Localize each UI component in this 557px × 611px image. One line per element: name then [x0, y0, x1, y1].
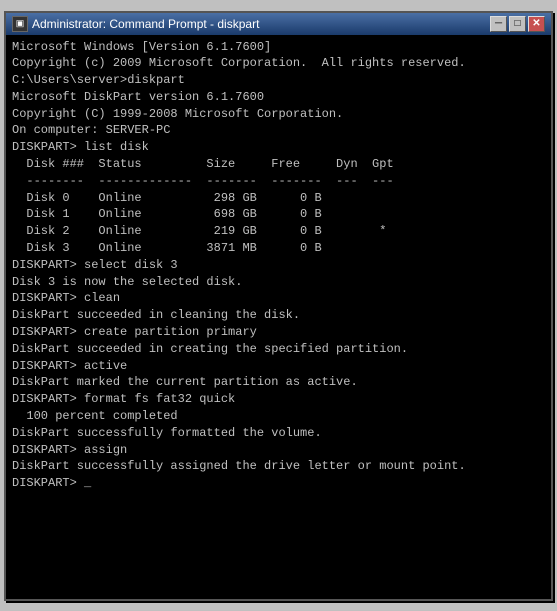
console-line: Disk ### Status Size Free Dyn Gpt	[12, 156, 545, 173]
console-line: DiskPart marked the current partition as…	[12, 374, 545, 391]
console-output: Microsoft Windows [Version 6.1.7600]Copy…	[6, 35, 551, 599]
console-line: DiskPart successfully formatted the volu…	[12, 425, 545, 442]
console-line: Disk 3 is now the selected disk.	[12, 274, 545, 291]
console-line: DISKPART> assign	[12, 442, 545, 459]
console-line: Disk 1 Online 698 GB 0 B	[12, 206, 545, 223]
window-icon: ▣	[12, 16, 28, 32]
title-bar-left: ▣ Administrator: Command Prompt - diskpa…	[12, 16, 259, 32]
title-bar: ▣ Administrator: Command Prompt - diskpa…	[6, 13, 551, 35]
console-line: Microsoft DiskPart version 6.1.7600	[12, 89, 545, 106]
window-title: Administrator: Command Prompt - diskpart	[32, 17, 259, 31]
console-line: DISKPART> list disk	[12, 139, 545, 156]
console-line: DISKPART> create partition primary	[12, 324, 545, 341]
console-line: Disk 0 Online 298 GB 0 B	[12, 190, 545, 207]
console-line: Copyright (C) 1999-2008 Microsoft Corpor…	[12, 106, 545, 123]
close-button[interactable]: ✕	[528, 16, 545, 32]
console-line: DISKPART> format fs fat32 quick	[12, 391, 545, 408]
minimize-button[interactable]: ─	[490, 16, 507, 32]
console-line: Microsoft Windows [Version 6.1.7600]	[12, 39, 545, 56]
cmd-window: ▣ Administrator: Command Prompt - diskpa…	[4, 11, 553, 601]
console-line: DISKPART> select disk 3	[12, 257, 545, 274]
console-line: Disk 2 Online 219 GB 0 B *	[12, 223, 545, 240]
console-line: DiskPart successfully assigned the drive…	[12, 458, 545, 475]
maximize-button[interactable]: □	[509, 16, 526, 32]
console-line: DiskPart succeeded in cleaning the disk.	[12, 307, 545, 324]
console-line: DISKPART> active	[12, 358, 545, 375]
console-line: DiskPart succeeded in creating the speci…	[12, 341, 545, 358]
console-line: -------- ------------- ------- ------- -…	[12, 173, 545, 190]
console-line: Disk 3 Online 3871 MB 0 B	[12, 240, 545, 257]
console-line: C:\Users\server>diskpart	[12, 72, 545, 89]
title-buttons: ─ □ ✕	[490, 16, 545, 32]
console-line: DISKPART> clean	[12, 290, 545, 307]
console-line: DISKPART> _	[12, 475, 545, 492]
console-line: Copyright (c) 2009 Microsoft Corporation…	[12, 55, 545, 72]
console-line: On computer: SERVER-PC	[12, 122, 545, 139]
console-line: 100 percent completed	[12, 408, 545, 425]
